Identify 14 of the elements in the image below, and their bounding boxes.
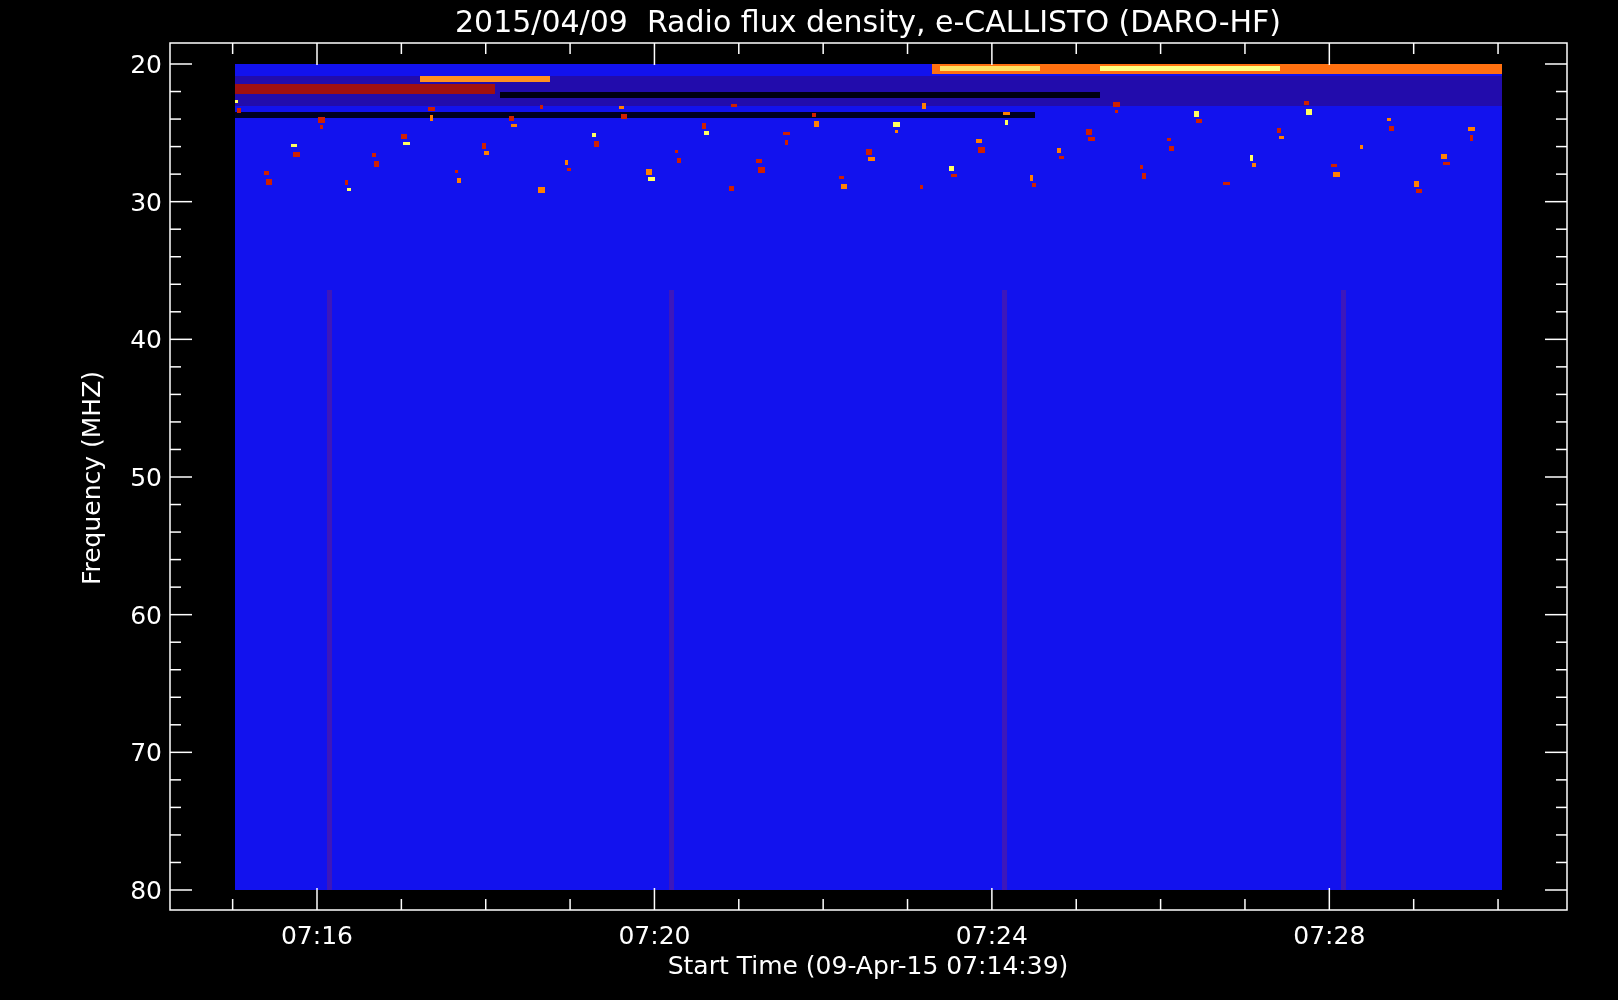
y-tick-label: 30 — [130, 187, 162, 217]
y-tick-label: 20 — [130, 50, 162, 79]
chart-title: 2015/04/09 Radio flux density, e-CALLISTO (DARO-HF) — [454, 4, 1282, 39]
x-tick-label: 07:16 — [281, 921, 353, 950]
x-tick-label: 07:20 — [618, 921, 691, 950]
x-axis-label: Start Time (09-Apr-15 07:14:39) — [667, 951, 1069, 980]
x-tick-label: 07:28 — [1293, 921, 1366, 950]
y-tick-label: 80 — [130, 876, 162, 905]
y-tick-label: 60 — [130, 600, 162, 630]
y-axis-label: Frequency (MHZ) — [77, 370, 106, 586]
y-tick-label: 40 — [130, 325, 162, 355]
y-tick-label: 70 — [130, 738, 162, 768]
y-tick-label: 50 — [130, 463, 162, 492]
x-tick-label: 07:24 — [955, 921, 1028, 950]
